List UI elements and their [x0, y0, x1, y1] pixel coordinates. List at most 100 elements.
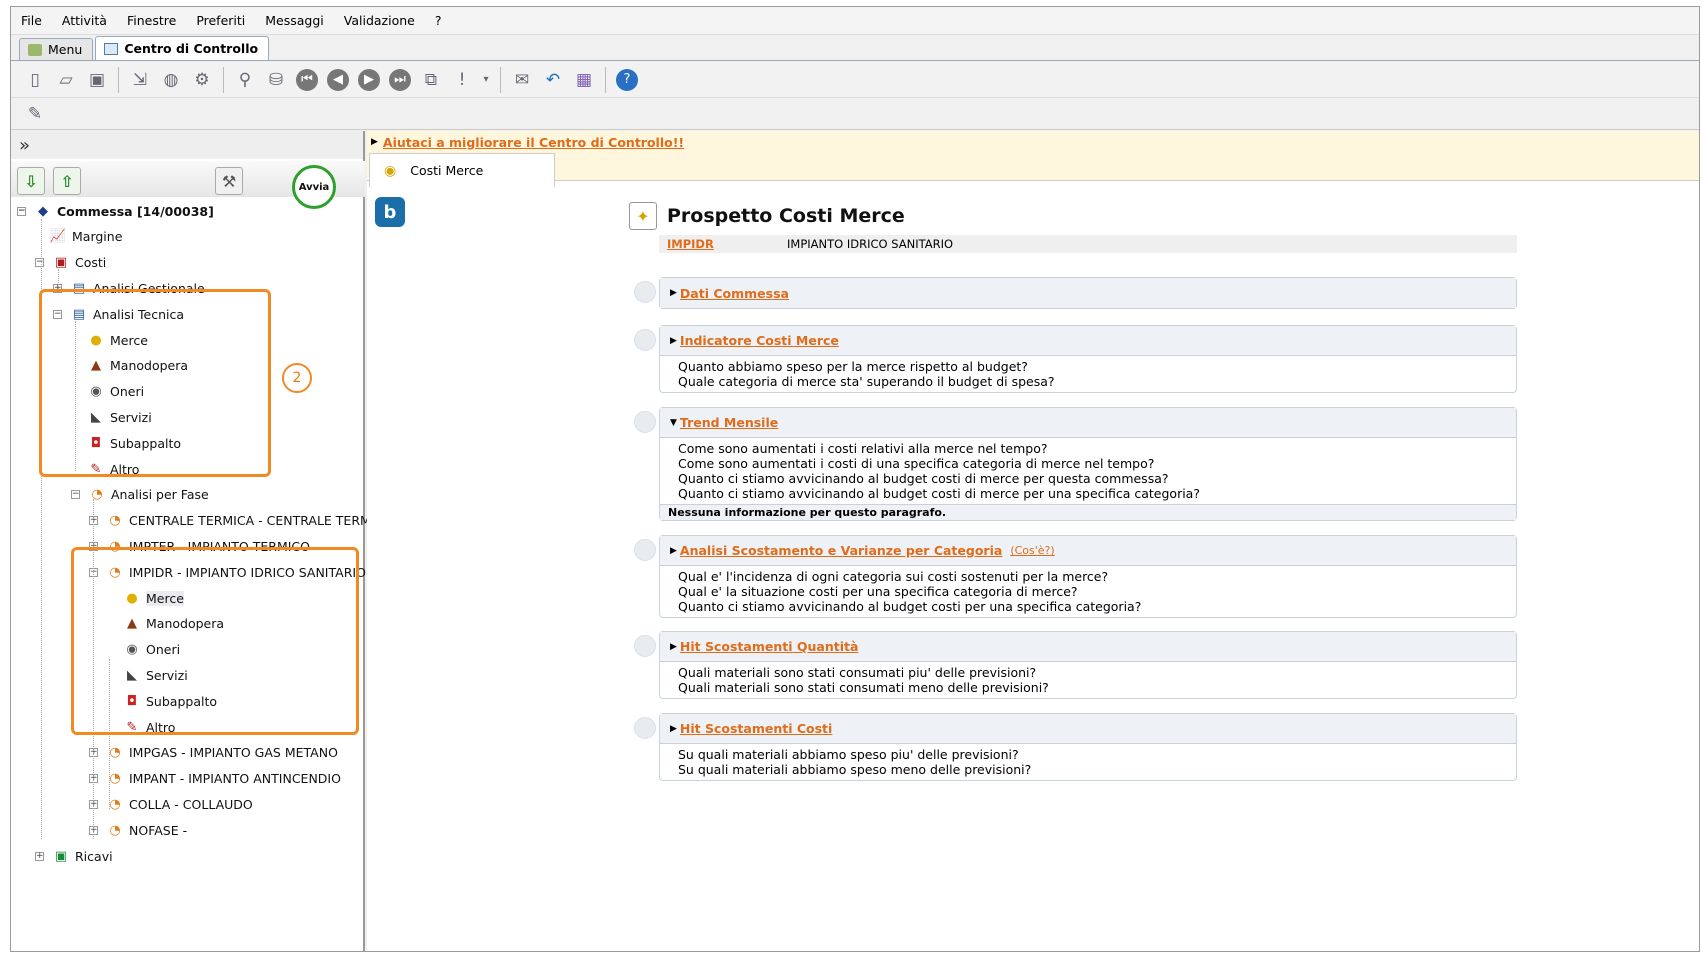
- mail-icon[interactable]: ✉: [508, 66, 536, 94]
- menu-preferiti[interactable]: Preferiti: [196, 13, 245, 28]
- feedback-link[interactable]: Aiutaci a migliorare il Centro di Contro…: [383, 135, 684, 150]
- page-title-text: Prospetto Costi Merce: [667, 205, 905, 227]
- section-status-icon: [634, 281, 656, 303]
- tree-node[interactable]: + ◔ IMPANT - IMPIANTO ANTINCENDIO: [89, 769, 341, 789]
- collapse-triangle-icon[interactable]: ▼: [670, 418, 677, 428]
- tab-costi-merce-label: Costi Merce: [410, 163, 484, 178]
- binoculars-icon[interactable]: ⛁: [262, 66, 290, 94]
- highlight-impidr-phase: [71, 547, 359, 735]
- tree-node[interactable]: + ◔ COLLA - COLLAUDO: [89, 794, 253, 814]
- save-icon[interactable]: ▣: [83, 66, 111, 94]
- expand-triangle-icon[interactable]: ▶: [670, 336, 677, 346]
- section-questions: Quali materiali sono stati consumati piu…: [660, 662, 1516, 698]
- phase-icon: ◔: [91, 487, 103, 503]
- cube-icon: ◆: [38, 203, 48, 219]
- help-icon[interactable]: ?: [613, 66, 641, 94]
- collapse-all-icon[interactable]: ⇧: [53, 167, 81, 195]
- expand-node-icon[interactable]: +: [35, 851, 44, 861]
- collapse-pane-icon[interactable]: »: [11, 131, 363, 159]
- section-question: Come sono aumentati i costi di una speci…: [678, 456, 1155, 471]
- collapse-node-icon[interactable]: −: [17, 206, 26, 216]
- section-question: Quanto ci stiamo avvicinando al budget c…: [678, 471, 1169, 486]
- avvia-button[interactable]: Avvia: [292, 165, 336, 209]
- section-title-link[interactable]: Hit Scostamenti Quantità: [680, 639, 858, 654]
- undo-icon[interactable]: ↶: [539, 66, 567, 94]
- section-question: Quale categoria di merce sta' superando …: [678, 374, 1055, 389]
- collapse-node-icon[interactable]: −: [35, 258, 44, 268]
- tab-centro-di-controllo[interactable]: Centro di Controllo: [95, 36, 270, 60]
- report-section: ▶ Hit Scostamenti Costi Su quali materiali…: [659, 713, 1517, 781]
- tab-costi-merce[interactable]: ◉ Costi Merce: [369, 153, 555, 187]
- expand-triangle-icon[interactable]: ▶: [670, 642, 677, 652]
- tree-node[interactable]: − ◔ Analisi per Fase: [71, 485, 209, 505]
- section-help-link[interactable]: (Cos'è?): [1010, 544, 1054, 557]
- section-header[interactable]: ▼ Trend Mensile: [660, 408, 1516, 438]
- section-title-link[interactable]: Dati Commessa: [680, 286, 789, 301]
- expand-triangle-icon[interactable]: ▶: [670, 724, 677, 734]
- section-question: Quali materiali sono stati consumati piu…: [678, 665, 1037, 680]
- lightbulb-title-icon: ✦: [629, 202, 657, 230]
- section-header[interactable]: ▶ Indicatore Costi Merce: [660, 326, 1516, 356]
- expand-triangle-icon[interactable]: ▶: [670, 288, 677, 298]
- first-record-icon[interactable]: ⏮: [293, 66, 321, 94]
- menu-validazione[interactable]: Validazione: [344, 13, 415, 28]
- tree-node[interactable]: + ◔ IMPGAS - IMPIANTO GAS METANO: [89, 743, 338, 763]
- main-toolbar: ▯ ▱ ▣ ⇲ ◍ ⚙ ⚲ ⛁ ⏮ ◀ ▶ ⏭ ⧉ ! ▾ ✉ ↶ ▦ ?: [11, 62, 1699, 98]
- open-document-icon[interactable]: ▱: [52, 66, 80, 94]
- section-header[interactable]: ▶ Dati Commessa: [660, 278, 1516, 308]
- report-section: ▶ Hit Scostamenti Quantità Quali materiali…: [659, 631, 1517, 699]
- globe-icon[interactable]: ◍: [157, 66, 185, 94]
- menu-help[interactable]: ?: [435, 13, 442, 28]
- feedback-notice: ▶ Aiutaci a migliorare il Centro di Cont…: [367, 131, 1699, 153]
- settings-icon[interactable]: ⚙: [188, 66, 216, 94]
- menu-bar: File Attività Finestre Preferiti Messagg…: [11, 7, 1699, 35]
- section-title-link[interactable]: Analisi Scostamento e Varianze per Categ…: [680, 543, 1002, 558]
- tree-node[interactable]: + ▣ Ricavi: [35, 846, 113, 866]
- section-title-link[interactable]: Trend Mensile: [680, 415, 778, 430]
- tab-menu[interactable]: Menu: [19, 38, 94, 60]
- section-question: Quali materiali sono stati consumati men…: [678, 680, 1049, 695]
- tree-node-label: Ricavi: [75, 848, 113, 864]
- section-title-link[interactable]: Indicatore Costi Merce: [680, 333, 839, 348]
- expand-triangle-icon: ▶: [371, 137, 378, 147]
- section-questions: Come sono aumentati i costi relativi all…: [660, 438, 1516, 504]
- tree-node-label: Commessa [14/00038]: [57, 203, 214, 219]
- section-header[interactable]: ▶ Hit Scostamenti Quantità: [660, 632, 1516, 662]
- package-icon[interactable]: ▦: [570, 66, 598, 94]
- costs-icon: ▣: [54, 255, 68, 271]
- phase-code-link[interactable]: IMPIDR: [659, 237, 787, 251]
- tree-node[interactable]: − ◆ Commessa [14/00038]: [17, 201, 214, 221]
- menu-messaggi[interactable]: Messaggi: [265, 13, 324, 28]
- copy-icon[interactable]: ⧉: [417, 66, 445, 94]
- tree-node[interactable]: − ▣ Costi: [35, 253, 106, 273]
- menu-file[interactable]: File: [21, 13, 42, 28]
- expand-all-icon[interactable]: ⇩: [17, 167, 45, 195]
- dropdown-arrow-icon[interactable]: ▾: [479, 66, 493, 94]
- previous-record-icon[interactable]: ◀: [324, 66, 352, 94]
- search-icon[interactable]: ⚲: [231, 66, 259, 94]
- expand-triangle-icon[interactable]: ▶: [670, 546, 677, 556]
- section-title-link[interactable]: Hit Scostamenti Costi: [680, 721, 832, 736]
- alert-icon[interactable]: !: [448, 66, 476, 94]
- last-record-icon[interactable]: ⏭: [386, 66, 414, 94]
- section-header[interactable]: ▶ Hit Scostamenti Costi: [660, 714, 1516, 744]
- edit-pencil-icon[interactable]: ✎: [21, 100, 49, 128]
- tree-node-label: Margine: [72, 229, 123, 245]
- new-document-icon[interactable]: ▯: [21, 66, 49, 94]
- tree-node[interactable]: 📈 Margine: [49, 227, 122, 247]
- next-record-icon[interactable]: ▶: [355, 66, 383, 94]
- collapse-node-icon[interactable]: −: [71, 490, 80, 500]
- tree-node[interactable]: + ◔ CENTRALE TERMICA - CENTRALE TERMIC: [89, 511, 383, 531]
- section-header[interactable]: ▶ Analisi Scostamento e Varianze per Cate…: [660, 536, 1516, 566]
- tree-node-label: Analisi per Fase: [111, 487, 209, 503]
- menu-attivita[interactable]: Attività: [62, 13, 107, 28]
- tree-node-label: CENTRALE TERMICA - CENTRALE TERMIC: [129, 513, 384, 529]
- tree-node[interactable]: + ◔ NOFASE -: [89, 820, 187, 840]
- section-question: Quanto ci stiamo avvicinando al budget c…: [678, 599, 1142, 614]
- tools-icon[interactable]: ⚒: [215, 167, 243, 195]
- control-center-tab-icon: [104, 42, 119, 55]
- tree-node-label: IMPGAS - IMPIANTO GAS METANO: [129, 745, 338, 761]
- phase-icon: ◔: [109, 822, 121, 838]
- export-icon[interactable]: ⇲: [126, 66, 154, 94]
- menu-finestre[interactable]: Finestre: [127, 13, 176, 28]
